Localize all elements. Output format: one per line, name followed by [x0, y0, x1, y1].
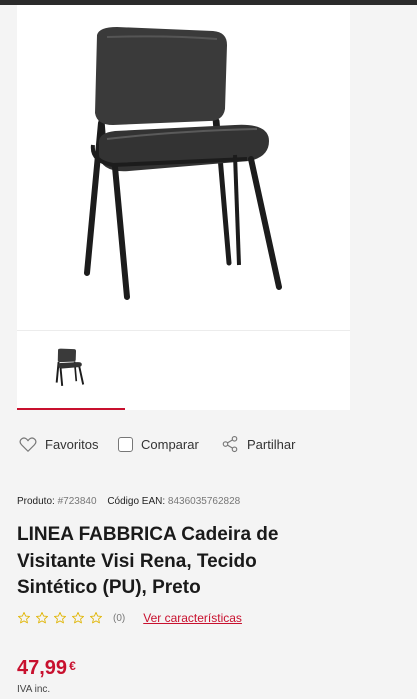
- compare-checkbox[interactable]: [118, 436, 133, 452]
- view-features-link[interactable]: Ver características: [143, 611, 242, 625]
- ean-label: Código EAN:: [107, 496, 166, 507]
- thumbnail-strip: [17, 330, 350, 410]
- share-icon: [222, 435, 238, 453]
- heart-icon: [19, 436, 37, 452]
- review-count: (0): [113, 612, 126, 624]
- vat-note: IVA inc.: [17, 684, 51, 695]
- star-outline-icon: [72, 612, 84, 624]
- thumbnail-1[interactable]: [17, 331, 125, 410]
- thumbnail-selected-indicator: [17, 408, 125, 410]
- chair-thumbnail-image: [55, 348, 85, 386]
- rating-row: (0) Ver características: [17, 609, 242, 627]
- share-button[interactable]: Partilhar: [221, 430, 295, 458]
- rating-stars[interactable]: [17, 611, 107, 625]
- price-currency: €: [69, 659, 76, 673]
- favorites-button[interactable]: Favoritos: [19, 430, 98, 458]
- star-outline-icon: [54, 612, 66, 624]
- star-outline-icon: [90, 612, 102, 624]
- star-outline-icon: [36, 612, 48, 624]
- share-label: Partilhar: [247, 436, 296, 452]
- ean-value: 8436035762828: [167, 496, 241, 507]
- star-outline-icon: [18, 612, 30, 624]
- compare-button[interactable]: Comparar: [118, 430, 199, 458]
- favorites-label: Favoritos: [45, 436, 99, 452]
- compare-label: Comparar: [141, 436, 199, 452]
- product-main-image[interactable]: [17, 5, 350, 330]
- product-code-label: Produto:: [17, 496, 55, 507]
- product-codes: Produto: #723840 Código EAN: 84360357628…: [17, 496, 240, 507]
- chair-image: [84, 27, 282, 300]
- product-price: 47,99 €: [17, 657, 76, 680]
- product-code-value: #723840: [57, 496, 97, 507]
- product-actions: Favoritos Comparar Partilhar: [17, 430, 407, 458]
- price-value: 47,99: [17, 657, 68, 679]
- product-title: LINEA FABBRICA Cadeira de Visitante Visi…: [17, 524, 279, 598]
